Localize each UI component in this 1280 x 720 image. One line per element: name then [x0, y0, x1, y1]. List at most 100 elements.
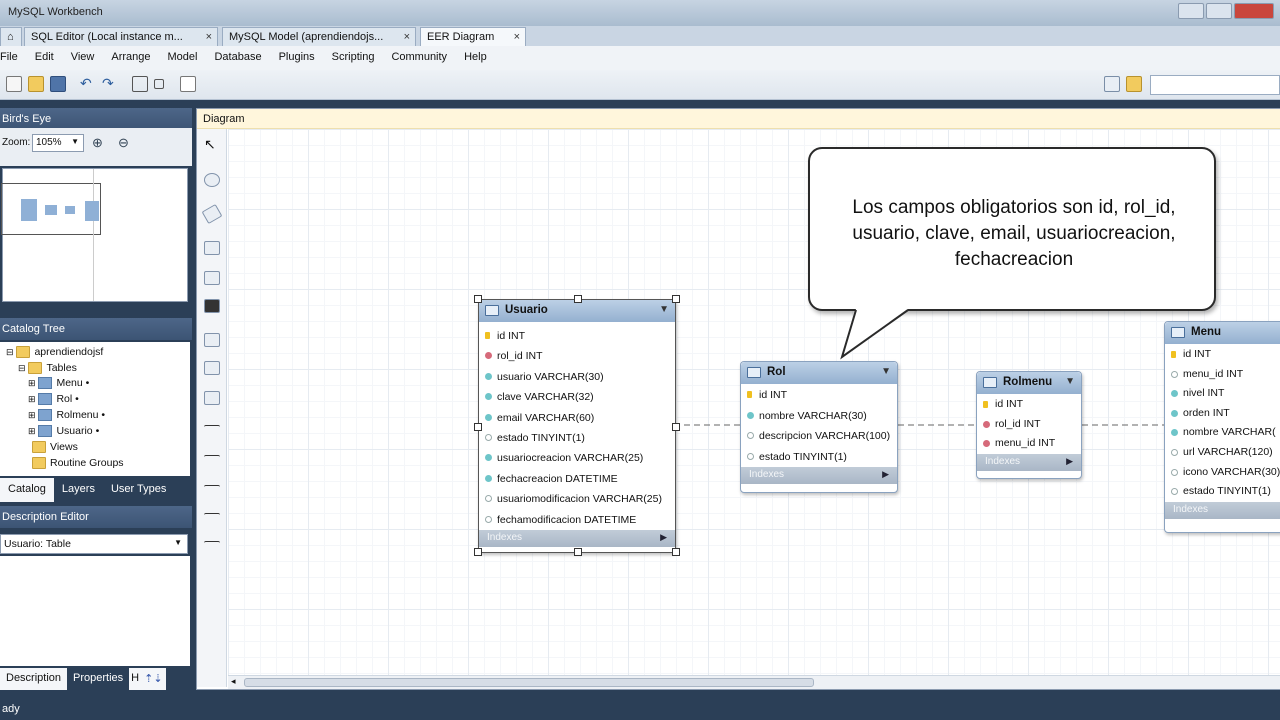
- entity-header[interactable]: Rol ▼: [741, 362, 897, 384]
- tab-description[interactable]: Description: [0, 668, 68, 690]
- expand-icon[interactable]: ⊞: [28, 410, 36, 420]
- resize-handle[interactable]: [474, 295, 482, 303]
- column-row[interactable]: fechamodificacion DATETIME: [479, 510, 675, 530]
- tab-layers[interactable]: Layers: [54, 478, 103, 502]
- menu-view[interactable]: View: [71, 51, 95, 70]
- relationship-n-m-icon[interactable]: [204, 541, 220, 555]
- home-tab[interactable]: ⌂: [0, 27, 22, 46]
- tree-tables[interactable]: ⊟ Tables: [18, 362, 77, 375]
- relationship-existing-icon[interactable]: [204, 575, 220, 589]
- maximize-button[interactable]: [1206, 3, 1232, 19]
- tree-table-rolmenu[interactable]: ⊞ Rolmenu •: [28, 409, 105, 422]
- expand-icon[interactable]: ⊟: [18, 363, 26, 373]
- tree-schema[interactable]: ⊟ aprendiendojsf: [6, 346, 103, 359]
- column-row[interactable]: menu_id INT: [1165, 365, 1280, 385]
- layer-icon[interactable]: [204, 241, 220, 255]
- eraser-icon[interactable]: [201, 203, 223, 225]
- indexes-bar[interactable]: Indexes ▶: [741, 467, 897, 484]
- expand-icon[interactable]: ⊟: [6, 347, 14, 357]
- search-options-icon[interactable]: [1126, 76, 1142, 92]
- entity-header[interactable]: Rolmenu ▼: [977, 372, 1081, 394]
- relationship-1-1-icon[interactable]: [204, 425, 220, 439]
- resize-handle[interactable]: [474, 548, 482, 556]
- menu-database[interactable]: Database: [214, 51, 261, 70]
- zoom-select[interactable]: 105% ▼: [32, 134, 84, 152]
- tree-table-usuario[interactable]: ⊞ Usuario •: [28, 425, 99, 438]
- column-row[interactable]: email VARCHAR(60): [479, 408, 675, 428]
- align-icon[interactable]: [154, 79, 164, 89]
- tab-history[interactable]: H: [129, 668, 142, 690]
- indexes-bar[interactable]: Indexes ▶: [977, 453, 1081, 471]
- column-row[interactable]: usuariomodificacion VARCHAR(25): [479, 489, 675, 509]
- relationship-1-1-id-icon[interactable]: [204, 485, 220, 499]
- close-window-button[interactable]: [1234, 3, 1274, 19]
- tree-table-rol[interactable]: ⊞ Rol •: [28, 393, 79, 406]
- note-icon[interactable]: [204, 271, 220, 285]
- indexes-bar[interactable]: Indexes ▶: [479, 530, 675, 548]
- tab-sql-editor[interactable]: SQL Editor (Local instance m... ×: [24, 27, 218, 46]
- column-row[interactable]: descripcion VARCHAR(100): [741, 426, 897, 447]
- column-row[interactable]: id INT: [1165, 345, 1280, 365]
- new-file-icon[interactable]: [6, 76, 22, 92]
- menu-edit[interactable]: Edit: [35, 51, 54, 70]
- routine-group-icon[interactable]: [204, 391, 220, 405]
- page-icon[interactable]: [180, 76, 196, 92]
- column-row[interactable]: estado TINYINT(1): [741, 447, 897, 468]
- toggle-grid-icon[interactable]: [132, 76, 148, 92]
- arrow-up-icon[interactable]: ⇡⇣: [141, 668, 166, 690]
- close-tab-icon[interactable]: ×: [514, 31, 520, 43]
- image-icon[interactable]: [204, 299, 220, 313]
- menu-model[interactable]: Model: [168, 51, 198, 70]
- resize-handle[interactable]: [672, 295, 680, 303]
- column-row[interactable]: estado TINYINT(1): [479, 428, 675, 448]
- resize-handle[interactable]: [574, 548, 582, 556]
- tree-table-menu[interactable]: ⊞ Menu •: [28, 377, 89, 390]
- expand-icon[interactable]: ⊞: [28, 426, 36, 436]
- column-row[interactable]: url VARCHAR(120): [1165, 443, 1280, 463]
- column-row[interactable]: icono VARCHAR(30): [1165, 463, 1280, 483]
- column-row[interactable]: nivel INT: [1165, 384, 1280, 404]
- resize-handle[interactable]: [672, 548, 680, 556]
- collapse-arrow-icon[interactable]: ▼: [1065, 376, 1075, 387]
- menu-plugins[interactable]: Plugins: [279, 51, 315, 70]
- horizontal-scrollbar[interactable]: ◂: [228, 675, 1280, 689]
- column-row[interactable]: usuariocreacion VARCHAR(25): [479, 448, 675, 468]
- scrollbar-thumb[interactable]: [244, 678, 814, 687]
- expand-icon[interactable]: ⊞: [28, 378, 36, 388]
- menu-help[interactable]: Help: [464, 51, 487, 70]
- view-tool-icon[interactable]: [204, 361, 220, 375]
- column-row[interactable]: id INT: [977, 395, 1081, 415]
- expand-arrow-icon[interactable]: ▶: [660, 532, 667, 543]
- expand-arrow-icon[interactable]: ▶: [882, 469, 889, 480]
- zoom-out-icon[interactable]: ⊖: [118, 135, 129, 151]
- description-object-select[interactable]: Usuario: Table ▼: [0, 534, 188, 554]
- expand-icon[interactable]: ⊞: [28, 394, 36, 404]
- close-tab-icon[interactable]: ×: [206, 31, 212, 43]
- resize-handle[interactable]: [474, 423, 482, 431]
- column-row[interactable]: menu_id INT: [977, 434, 1081, 454]
- tab-user-types[interactable]: User Types: [103, 478, 174, 502]
- search-input[interactable]: [1150, 75, 1280, 95]
- description-text-area[interactable]: [0, 556, 190, 666]
- diagram-canvas[interactable]: Usuario ▼ id INT rol_id INT usuario VARCH…: [228, 129, 1280, 679]
- close-tab-icon[interactable]: ×: [404, 31, 410, 43]
- undo-icon[interactable]: ↶: [80, 76, 96, 92]
- column-row[interactable]: nombre VARCHAR(30): [741, 406, 897, 427]
- menu-community[interactable]: Community: [391, 51, 447, 70]
- pointer-icon[interactable]: ↖: [204, 137, 220, 151]
- entity-usuario[interactable]: Usuario ▼ id INT rol_id INT usuario VARCH…: [474, 295, 680, 556]
- resize-handle[interactable]: [574, 295, 582, 303]
- tab-eer-diagram[interactable]: EER Diagram ×: [420, 27, 526, 46]
- column-row[interactable]: rol_id INT: [479, 346, 675, 366]
- column-row[interactable]: fechacreacion DATETIME: [479, 469, 675, 489]
- relationship-1-n-id-icon[interactable]: [204, 513, 220, 527]
- column-row[interactable]: estado TINYINT(1): [1165, 482, 1280, 502]
- indexes-bar[interactable]: Indexes: [1165, 501, 1280, 519]
- collapse-arrow-icon[interactable]: ▼: [881, 366, 891, 377]
- relationship-1-n-icon[interactable]: [204, 455, 220, 469]
- tab-mysql-model[interactable]: MySQL Model (aprendiendojs... ×: [222, 27, 416, 46]
- entity-header[interactable]: Menu: [1165, 322, 1280, 344]
- collapse-arrow-icon[interactable]: ▼: [659, 304, 669, 315]
- column-row[interactable]: usuario VARCHAR(30): [479, 367, 675, 387]
- tab-catalog[interactable]: Catalog: [0, 478, 54, 502]
